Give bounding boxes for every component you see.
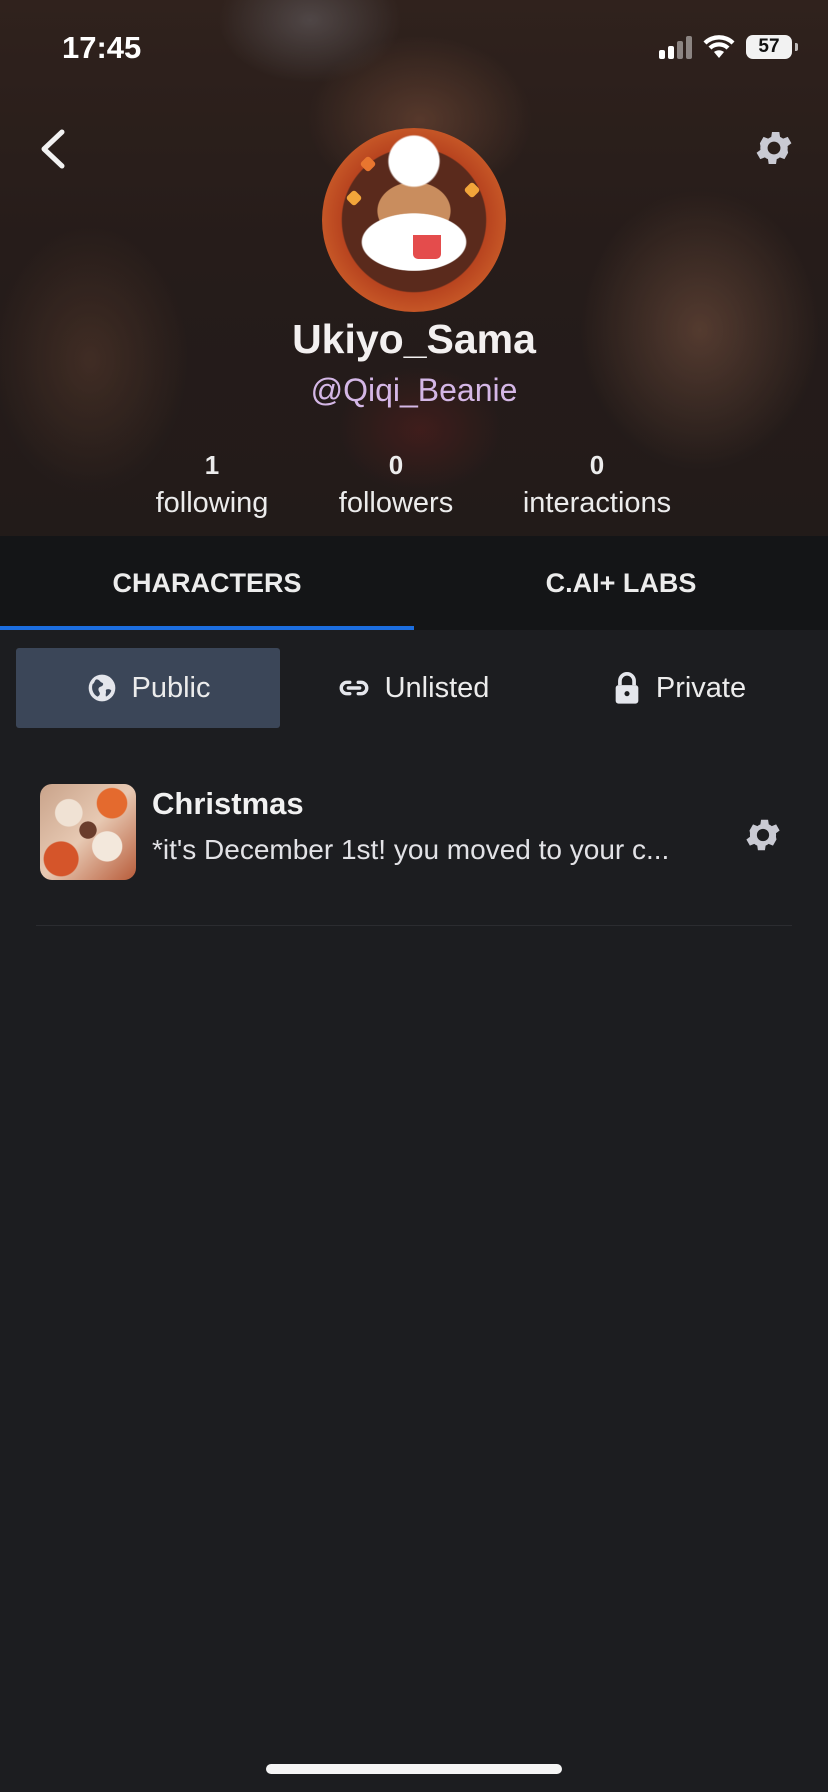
stat-value: 1: [204, 450, 220, 480]
globe-icon: [88, 674, 115, 702]
character-settings-button[interactable]: [742, 814, 784, 856]
list-divider: [36, 925, 792, 926]
filter-unlisted[interactable]: Unlisted: [280, 648, 546, 728]
stat-label: interactions: [522, 487, 672, 519]
character-name: Christmas: [152, 786, 304, 821]
profile-tabs: CHARACTERS C.AI+ LABS: [0, 536, 828, 630]
stat-label: followers: [338, 487, 454, 519]
status-time: 17:45: [62, 30, 142, 65]
filter-label: Unlisted: [384, 671, 490, 704]
display-name: Ukiyo_Sama: [292, 316, 536, 362]
cellular-signal-icon: [659, 35, 692, 59]
character-description: *it's December 1st! you moved to your c.…: [152, 834, 670, 865]
filter-private[interactable]: Private: [546, 648, 812, 728]
profile-settings-button[interactable]: [752, 126, 796, 170]
tab-characters[interactable]: CHARACTERS: [0, 536, 414, 630]
visibility-filters: Public Unlisted Private: [16, 648, 812, 728]
home-indicator[interactable]: [266, 1764, 562, 1774]
stat-value: 0: [388, 450, 404, 480]
lock-icon: [615, 672, 639, 704]
active-tab-indicator: [0, 626, 414, 630]
tab-cai-plus-labs[interactable]: C.AI+ LABS: [414, 536, 828, 630]
filter-label: Private: [655, 671, 747, 704]
wifi-icon: [703, 35, 735, 58]
character-list-item[interactable]: Christmas *it's December 1st! you moved …: [36, 766, 792, 926]
chevron-left-icon: [41, 129, 65, 169]
character-thumbnail: [40, 784, 136, 880]
stat-value: 0: [589, 450, 605, 480]
battery-level: 57: [758, 36, 780, 57]
gear-icon: [756, 132, 792, 164]
battery-icon: 57: [746, 35, 798, 59]
avatar: [322, 128, 506, 312]
stat-followers[interactable]: 0 followers: [326, 450, 466, 520]
stat-following[interactable]: 1 following: [142, 450, 282, 520]
filter-label: Public: [131, 671, 211, 704]
username-handle: @Qiqi_Beanie: [310, 372, 518, 408]
link-icon: [339, 680, 368, 696]
stat-label: following: [155, 487, 269, 519]
status-icons: 57: [659, 34, 798, 60]
stat-interactions: 0 interactions: [507, 450, 687, 520]
gear-icon: [746, 819, 780, 851]
filter-public[interactable]: Public: [16, 648, 280, 728]
back-button[interactable]: [34, 124, 74, 174]
